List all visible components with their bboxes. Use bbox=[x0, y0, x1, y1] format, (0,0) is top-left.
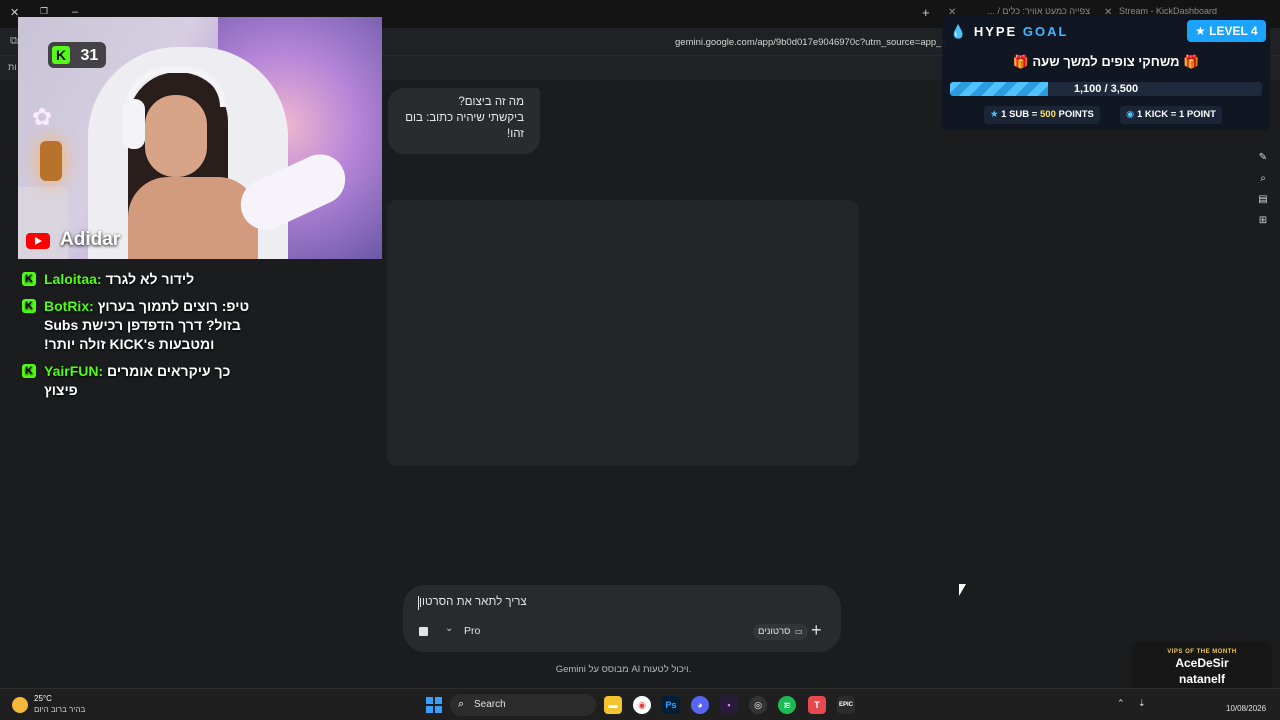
taskbar-search[interactable]: ⌕ Search bbox=[450, 694, 596, 716]
hype-goal-widget: 💧 HYPE GOAL ★ LEVEL 4 🎁 משחקי צופים למשך… bbox=[942, 16, 1270, 130]
wallet-icon[interactable]: ▤ bbox=[1255, 194, 1271, 215]
taskbar: 25°C בהיר ברוב היום ⌕ Search ▬ ◉ Ps ◕ ▪ … bbox=[0, 688, 1280, 720]
disclaimer-text: Gemini מבוסס על AI ויכול לטעות. bbox=[0, 664, 1247, 675]
video-tool-chip[interactable]: סרטונים ▭ bbox=[753, 624, 808, 640]
chrome-icon[interactable]: ◉ bbox=[633, 696, 651, 714]
chat-text: לידור לא לגרד bbox=[105, 271, 195, 287]
add-attachment-button[interactable]: + bbox=[811, 620, 822, 641]
vip-name: AceDeSir bbox=[1175, 656, 1229, 670]
network-icon[interactable]: ⇣ bbox=[1138, 698, 1146, 709]
chat-username: Laloitaa: bbox=[44, 271, 102, 287]
viewer-count-badge: K 31 bbox=[48, 42, 107, 68]
drop-icon: 💧 bbox=[950, 24, 969, 39]
level-badge: ★ LEVEL 4 bbox=[1187, 20, 1266, 42]
kick-logo-icon: K bbox=[22, 364, 36, 378]
user-message-line: זהו! bbox=[507, 128, 524, 140]
hype-title-b: GOAL bbox=[1022, 24, 1069, 39]
file-explorer-icon[interactable]: ▬ bbox=[604, 696, 622, 714]
chevron-up-icon[interactable]: ⌃ bbox=[1117, 698, 1125, 709]
kick-logo-icon: K bbox=[52, 46, 70, 64]
search-label: Search bbox=[474, 699, 506, 710]
rule-equals: = bbox=[1031, 109, 1038, 120]
butterfly-icon: ✿ bbox=[32, 104, 53, 131]
hype-goal-title: 💧 HYPE GOAL bbox=[950, 24, 1068, 40]
premiere-icon[interactable]: ▪ bbox=[720, 696, 738, 714]
headphone-cup bbox=[123, 99, 145, 149]
clock-date[interactable]: 10/08/2026 bbox=[1226, 704, 1266, 713]
tab-search-icon[interactable]: ⧉ bbox=[10, 35, 18, 48]
user-message-line: מה זה ביצום? bbox=[458, 96, 524, 108]
level-label: LEVEL 4 bbox=[1209, 24, 1258, 38]
prompt-input[interactable]: צריך לתאר את הסרטון bbox=[419, 596, 527, 608]
webcam-person-face bbox=[145, 95, 207, 177]
epic-games-icon[interactable]: EPIC bbox=[837, 696, 855, 714]
search-icon: ⌕ bbox=[458, 698, 465, 710]
chevron-down-icon[interactable]: ⌄ bbox=[445, 623, 453, 634]
side-toolbar: ✎ ⌕ ▤ ⊞ bbox=[1255, 152, 1271, 236]
sub-points-rule: ★ 1 SUB = 500 POINTS bbox=[984, 106, 1100, 124]
chat-message: K Laloitaa: לידור לא לגרד bbox=[22, 270, 382, 289]
gift-icon: 🎁 bbox=[1183, 54, 1200, 69]
prompt-input-box[interactable]: צריך לתאר את הסרטון ⌄ Pro סרטונים ▭ + bbox=[403, 585, 841, 652]
youtube-icon bbox=[26, 233, 50, 249]
gift-icon: 🎁 bbox=[1012, 54, 1029, 69]
rule-points-value: 500 bbox=[1040, 109, 1056, 120]
obs-icon[interactable]: ◎ bbox=[749, 696, 767, 714]
rule-kick: 1 KICK bbox=[1136, 109, 1169, 120]
weather-desc: בהיר ברוב היום bbox=[34, 705, 86, 714]
rule-points-label: POINTS bbox=[1058, 109, 1094, 120]
video-icon: ▭ bbox=[795, 627, 803, 636]
chat-username: BotRix: bbox=[44, 298, 94, 314]
goal-name-label: משחקי צופים למשך שעה bbox=[1032, 54, 1180, 69]
disclaimer-label: Gemini מבוסס על AI ויכול לטעות. bbox=[555, 664, 692, 675]
start-button[interactable] bbox=[426, 697, 442, 713]
apps-icon[interactable]: ⊞ bbox=[1255, 215, 1271, 236]
webcam-person-body bbox=[128, 177, 258, 259]
url-field[interactable]: gemini.google.com/app/9b0d017e9046970c?u… bbox=[675, 37, 945, 48]
viewer-count: 31 bbox=[80, 47, 99, 64]
screen: ✕ ❐ – + ✕ צפייה כמעט אוויר: כלים / ... ✕… bbox=[0, 0, 1280, 720]
rule-sub: 1 SUB bbox=[1001, 109, 1030, 120]
webcam-lamp bbox=[40, 141, 62, 181]
goal-progress-text: 1,100 / 3,500 bbox=[1073, 83, 1139, 95]
chat-message: K BotRix: טיפ: רוצים לתמוך בערוץ בזול? ד… bbox=[22, 297, 252, 354]
restore-window-icon[interactable]: ❐ bbox=[40, 6, 48, 17]
spotify-icon[interactable]: ≋ bbox=[778, 696, 796, 714]
rule-point: 1 POINT bbox=[1178, 109, 1216, 120]
rule-equals: = bbox=[1170, 109, 1177, 120]
goal-name: 🎁 משחקי צופים למשך שעה 🎁 bbox=[942, 54, 1270, 70]
coins-icon: ◉ bbox=[1126, 109, 1135, 120]
star-icon: ★ bbox=[990, 109, 999, 120]
model-selector[interactable]: Pro bbox=[464, 625, 480, 637]
kick-logo-icon: K bbox=[22, 299, 36, 313]
discord-icon[interactable]: ◕ bbox=[691, 696, 709, 714]
photoshop-icon[interactable]: Ps bbox=[662, 696, 680, 714]
bookmark-item[interactable]: ות bbox=[8, 62, 17, 72]
response-media-placeholder[interactable] bbox=[387, 200, 859, 466]
kick-logo-icon: K bbox=[22, 272, 36, 286]
search-icon[interactable]: ⌕ bbox=[1255, 173, 1271, 194]
webcam-overlay: ✿ K 31 Adidar bbox=[18, 17, 382, 259]
weather-icon bbox=[12, 697, 28, 713]
video-tool-label: סרטונים bbox=[758, 626, 791, 637]
star-icon: ★ bbox=[1195, 24, 1206, 38]
mouse-cursor bbox=[959, 584, 966, 596]
app-icon[interactable]: T bbox=[808, 696, 826, 714]
vip-name: natanelf bbox=[1178, 672, 1225, 686]
weather-temp: 25°C bbox=[34, 694, 52, 703]
chat-username: YairFUN: bbox=[44, 363, 104, 379]
streamer-name: Adidar bbox=[60, 229, 121, 250]
user-message-line: ביקשתי שיהיה כתוב: בום bbox=[405, 112, 524, 124]
chat-message: K YairFUN: כך עיקראים אומרים פיצוץ bbox=[22, 362, 242, 400]
hype-title-a: HYPE bbox=[973, 24, 1018, 39]
kick-points-rule: ◉ 1 KICK = 1 POINT bbox=[1120, 106, 1222, 124]
stop-button[interactable] bbox=[419, 627, 428, 636]
edit-icon[interactable]: ✎ bbox=[1255, 152, 1271, 173]
user-message-bubble: מה זה ביצום? ביקשתי שיהיה כתוב: בום זהו! bbox=[388, 88, 540, 154]
new-tab-icon[interactable]: + bbox=[922, 5, 930, 20]
stream-chat: K Laloitaa: לידור לא לגרד K BotRix: טיפ:… bbox=[22, 270, 382, 408]
